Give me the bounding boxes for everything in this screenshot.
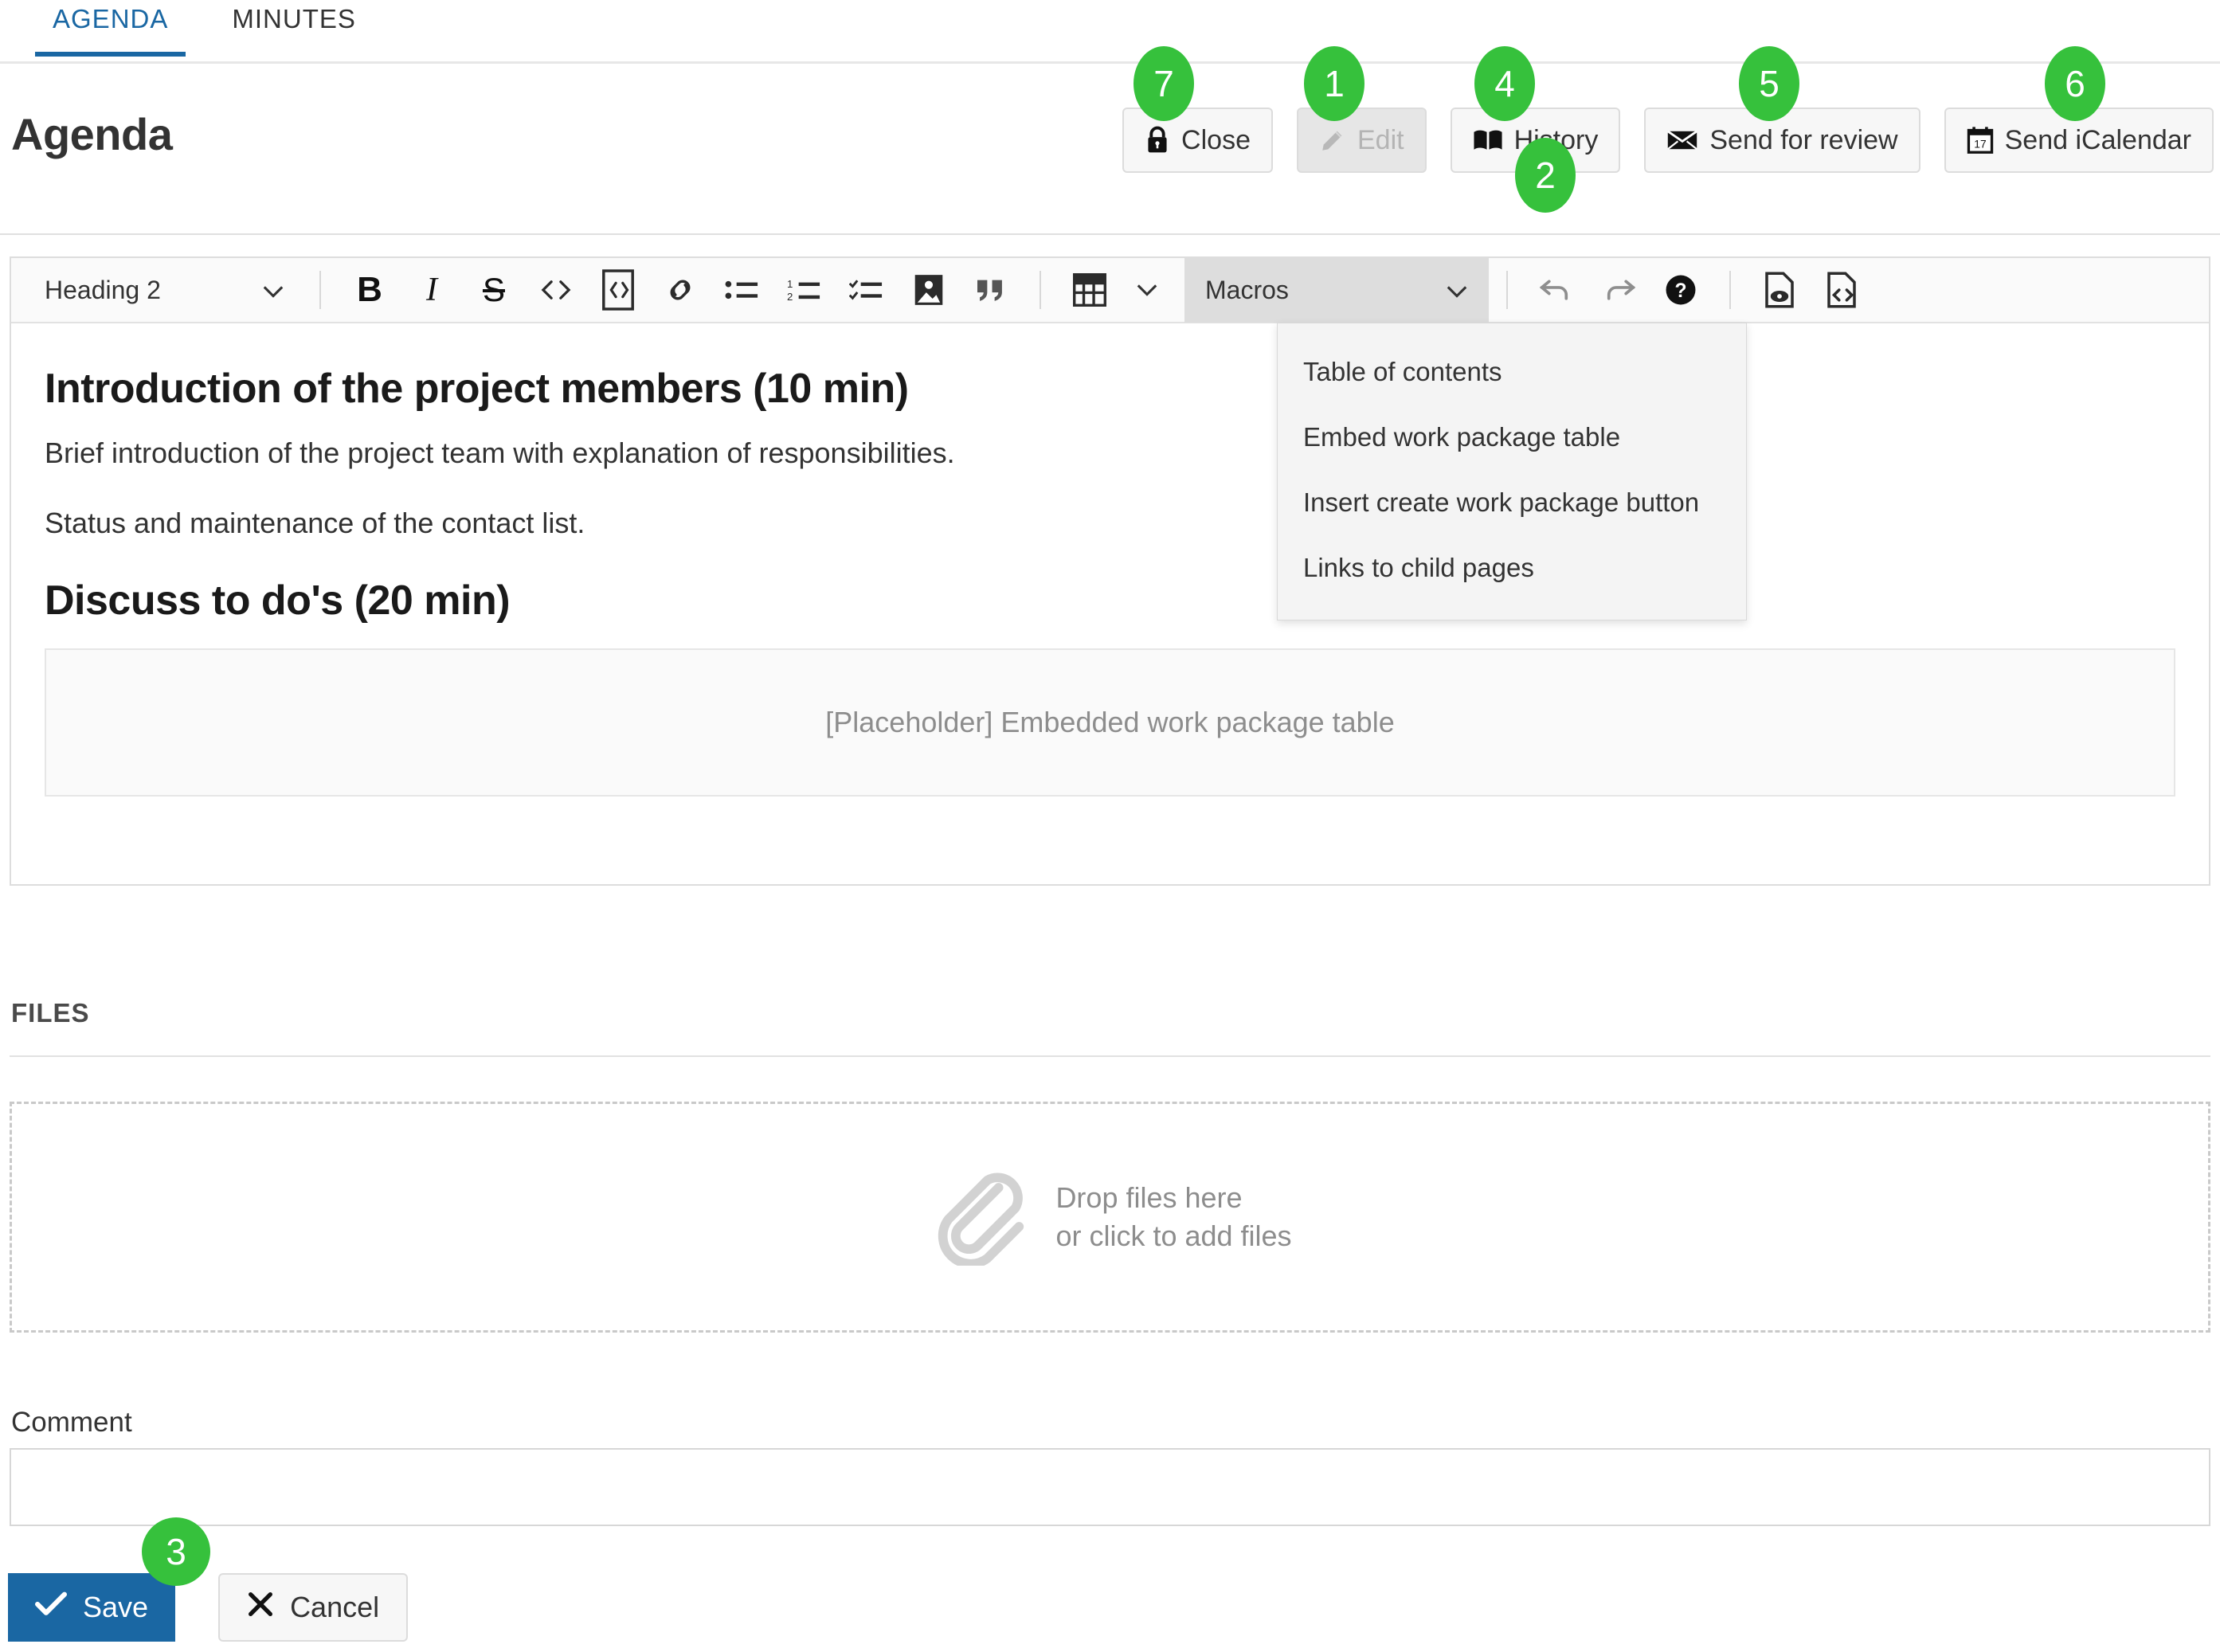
todo-list-icon[interactable] xyxy=(842,265,891,315)
macro-menu-item-insert-create-work-package-button[interactable]: Insert create work package button xyxy=(1278,470,1746,535)
editor-toolbar: Heading 2 B I S 1 2 Macros ? Table of co… xyxy=(11,257,2209,620)
annotation-badge-3-label: 3 xyxy=(166,1531,186,1572)
send-for-review-button-label: Send for review xyxy=(1709,124,1898,155)
chevron-down-icon xyxy=(262,276,284,305)
annotation-badge-6-label: 6 xyxy=(2065,63,2085,104)
paperclip-icon xyxy=(928,1165,1028,1270)
close-button[interactable]: Close xyxy=(1122,108,1273,173)
page-title: Agenda xyxy=(11,109,173,159)
italic-icon[interactable]: I xyxy=(407,265,456,315)
lock-icon xyxy=(1145,126,1170,155)
file-dropzone[interactable]: Drop files here or click to add files xyxy=(10,1102,2210,1333)
file-dropzone-line-2: or click to add files xyxy=(1055,1219,1292,1252)
image-icon[interactable] xyxy=(904,265,953,315)
table-dropdown-chevron-down-icon[interactable] xyxy=(1122,265,1172,315)
close-button-label: Close xyxy=(1181,124,1251,155)
annotation-badge-3: 3 xyxy=(142,1517,210,1586)
file-dropzone-line-1: Drop files here xyxy=(1055,1181,1243,1215)
annotation-badge-7-label: 7 xyxy=(1153,63,1174,104)
files-divider xyxy=(10,1055,2210,1057)
table-icon[interactable] xyxy=(1065,265,1114,315)
embedded-work-package-table-placeholder-label: [Placeholder] Embedded work package tabl… xyxy=(825,706,1395,738)
embedded-work-package-table-placeholder[interactable]: [Placeholder] Embedded work package tabl… xyxy=(45,648,2175,797)
annotation-badge-5: 5 xyxy=(1739,46,1799,121)
annotation-badge-2: 2 xyxy=(1515,138,1576,213)
tab-minutes-label: MINUTES xyxy=(232,4,356,33)
svg-text:?: ? xyxy=(1674,280,1686,302)
send-icalendar-button-label: Send iCalendar xyxy=(2004,124,2191,155)
tab-bar: AGENDA MINUTES xyxy=(0,0,2220,64)
close-icon xyxy=(247,1591,274,1625)
content-heading-discuss-todos: Discuss to do's (20 min) xyxy=(45,577,511,624)
content-paragraph-brief-introduction: Brief introduction of the project team w… xyxy=(45,436,955,469)
save-button-label: Save xyxy=(83,1591,149,1623)
form-actions: Save Cancel xyxy=(8,1573,409,1642)
content-heading-introduction: Introduction of the project members (10 … xyxy=(45,366,909,412)
help-icon[interactable]: ? xyxy=(1656,265,1705,315)
annotation-badge-1-label: 1 xyxy=(1324,63,1345,104)
editor-content-area[interactable]: Introduction of the project members (10 … xyxy=(11,323,2209,797)
strikethrough-icon[interactable]: S xyxy=(469,265,519,315)
files-section-title: FILES xyxy=(11,998,90,1028)
save-button[interactable]: Save xyxy=(8,1573,176,1642)
annotation-badge-5-label: 5 xyxy=(1759,63,1780,104)
annotation-badge-7: 7 xyxy=(1133,46,1194,121)
inline-code-icon[interactable] xyxy=(531,265,581,315)
edit-button-label: Edit xyxy=(1357,124,1404,155)
annotation-badge-2-label: 2 xyxy=(1535,155,1556,196)
svg-text:17: 17 xyxy=(1974,138,1986,151)
numbered-list-icon[interactable]: 1 2 xyxy=(780,265,829,315)
macros-select[interactable]: Macros xyxy=(1184,257,1489,323)
toolbar-divider-4 xyxy=(1729,271,1731,309)
undo-icon[interactable] xyxy=(1532,265,1581,315)
heading-style-select[interactable]: Heading 2 xyxy=(27,266,302,314)
toolbar-divider xyxy=(319,271,321,309)
link-icon[interactable] xyxy=(656,265,705,315)
comment-label: Comment xyxy=(11,1407,132,1438)
cancel-button-label: Cancel xyxy=(290,1591,380,1623)
svg-text:1: 1 xyxy=(787,278,793,290)
file-dropzone-text: Drop files here or click to add files xyxy=(1055,1179,1291,1255)
check-icon xyxy=(35,1591,68,1624)
chevron-down-icon xyxy=(1446,276,1468,305)
bulleted-list-icon[interactable] xyxy=(718,265,767,315)
blockquote-icon[interactable] xyxy=(966,265,1016,315)
bold-icon[interactable]: B xyxy=(345,265,394,315)
pencil-icon xyxy=(1319,127,1346,154)
annotation-badge-1: 1 xyxy=(1304,46,1364,121)
annotation-badge-6: 6 xyxy=(2045,46,2105,121)
content-paragraph-status-maintenance: Status and maintenance of the contact li… xyxy=(45,507,585,539)
tab-minutes[interactable]: MINUTES xyxy=(214,0,374,54)
svg-text:2: 2 xyxy=(787,291,793,303)
source-code-icon[interactable] xyxy=(1817,265,1866,315)
macros-select-value: Macros xyxy=(1205,275,1289,304)
annotation-badge-4-label: 4 xyxy=(1494,63,1515,104)
tab-agenda-label: AGENDA xyxy=(53,4,169,33)
header-bar: Agenda Close Edit Send for review 17 Sen… xyxy=(0,64,2220,235)
preview-icon[interactable] xyxy=(1755,265,1804,315)
macro-menu-item-embed-work-package-table[interactable]: Embed work package table xyxy=(1278,405,1746,470)
toolbar-divider-2 xyxy=(1040,271,1041,309)
book-icon xyxy=(1473,127,1503,153)
macros-dropdown-menu: Table of contents Embed work package tab… xyxy=(1277,323,1747,620)
cancel-button[interactable]: Cancel xyxy=(218,1573,409,1642)
heading-style-value: Heading 2 xyxy=(45,275,161,304)
annotation-badge-4: 4 xyxy=(1474,46,1535,121)
macro-menu-item-table-of-contents[interactable]: Table of contents xyxy=(1278,339,1746,405)
calendar-icon: 17 xyxy=(1967,126,1994,155)
comment-input[interactable] xyxy=(10,1448,2210,1526)
edit-button[interactable]: Edit xyxy=(1296,108,1427,173)
tab-agenda[interactable]: AGENDA xyxy=(35,0,186,57)
wiki-editor: Heading 2 B I S 1 2 Macros ? Table of co… xyxy=(10,256,2210,886)
code-block-icon[interactable] xyxy=(593,265,643,315)
envelope-icon xyxy=(1666,129,1698,151)
toolbar-divider-3 xyxy=(1506,271,1508,309)
macro-menu-item-links-to-child-pages[interactable]: Links to child pages xyxy=(1278,535,1746,601)
header-actions: Close Edit History xyxy=(1122,108,2214,173)
redo-icon[interactable] xyxy=(1594,265,1643,315)
